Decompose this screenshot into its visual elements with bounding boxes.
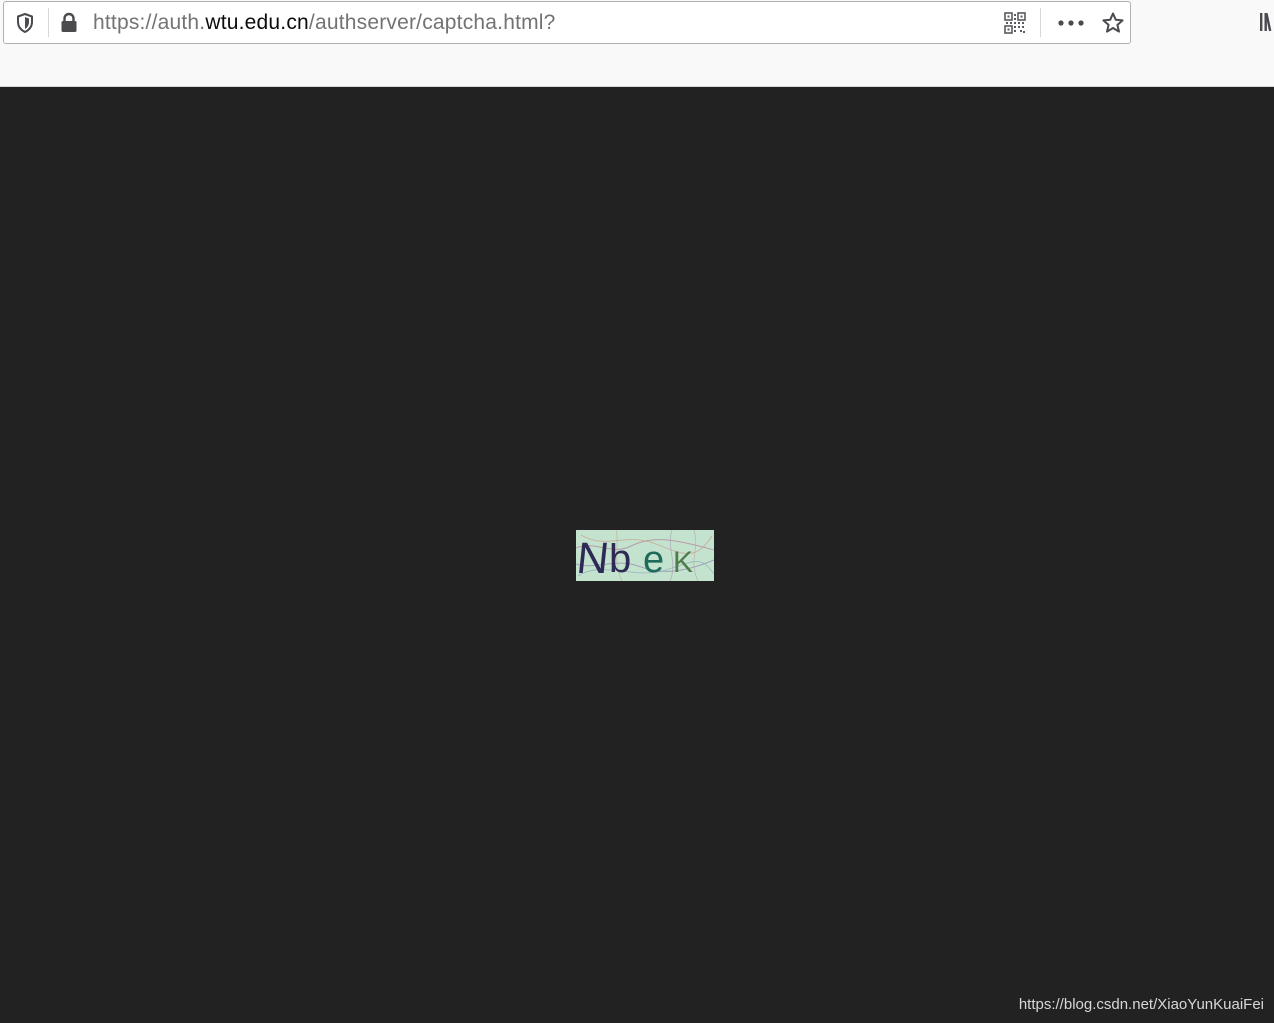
watermark-text: https://blog.csdn.net/XiaoYunKuaiFei <box>1018 996 1264 1013</box>
star-icon[interactable] <box>1096 2 1130 43</box>
browser-toolbar: https://auth.wtu.edu.cn/authserver/captc… <box>0 0 1274 87</box>
captcha-char-3: e <box>643 539 664 581</box>
more-icon[interactable] <box>1053 2 1089 43</box>
captcha-char-1: N <box>576 534 611 581</box>
url-host: wtu.edu.cn <box>205 11 309 34</box>
page-content: N b e K https://blog.csdn.net/XiaoYunKua… <box>0 87 1274 1023</box>
url-path: /authserver/captcha.html? <box>308 11 556 34</box>
captcha-image[interactable]: N b e K <box>576 530 714 581</box>
url-bar-separator-2 <box>1040 8 1041 37</box>
shield-icon[interactable] <box>10 2 40 43</box>
captcha-char-2: b <box>609 537 631 581</box>
lock-icon[interactable] <box>54 2 84 43</box>
library-icon[interactable] <box>1258 10 1274 34</box>
url-text[interactable]: https://auth.wtu.edu.cn/authserver/captc… <box>93 2 556 43</box>
captcha-char-4: K <box>673 546 693 579</box>
url-bar[interactable]: https://auth.wtu.edu.cn/authserver/captc… <box>3 1 1131 44</box>
url-prefix: https://auth. <box>93 11 206 34</box>
url-bar-separator <box>48 8 49 37</box>
qr-code-icon[interactable] <box>1000 2 1030 43</box>
